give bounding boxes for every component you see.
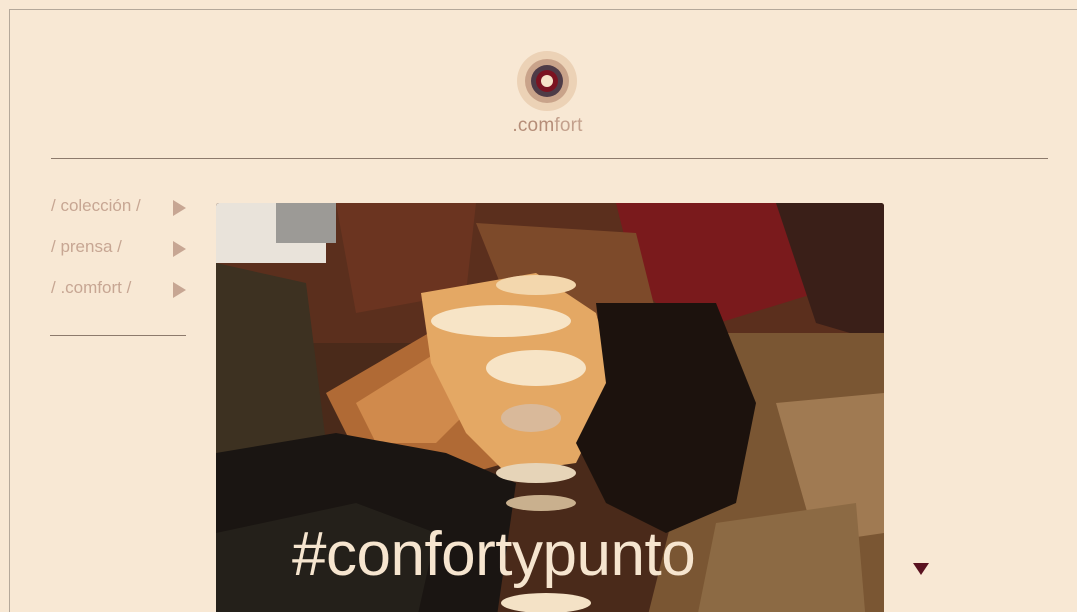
play-arrow-icon[interactable] [173,282,186,298]
nav-item-label: / prensa / [51,237,122,256]
nav-item-label: / .comfort / [51,278,132,297]
brand-suffix: fort [554,115,583,136]
nav-item-prensa[interactable]: / prensa / [51,237,191,261]
nav-item-comfort[interactable]: / .comfort / [51,278,191,302]
side-nav: / colección / / prensa / / .comfort / [51,196,191,319]
play-arrow-icon[interactable] [173,200,186,216]
brand-wordmark[interactable]: .comfort [490,115,605,137]
play-arrow-icon[interactable] [173,241,186,257]
nav-item-label: / colección / [51,196,141,215]
nav-divider [50,335,186,336]
down-triangle-icon[interactable] [913,563,929,575]
brand-prefix: .com [512,115,555,136]
header-divider [51,158,1048,159]
nav-item-coleccion[interactable]: / colección / [51,196,191,220]
hero-hashtag: #confortypunto [292,520,696,589]
comfort-logo-icon[interactable] [517,51,577,111]
